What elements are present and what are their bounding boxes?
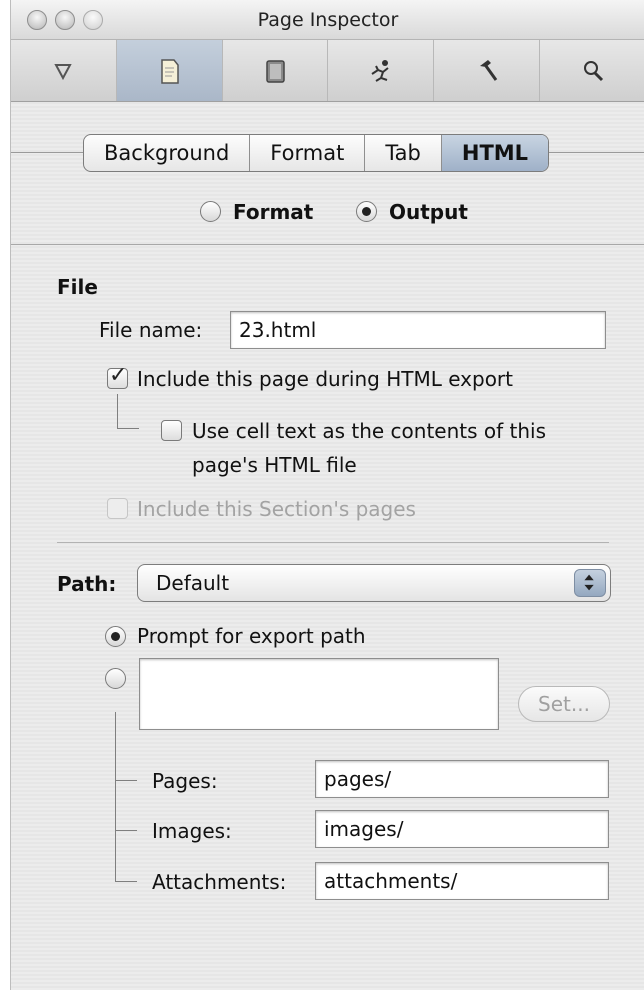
disclosure-triangle-icon [54,63,73,80]
running-figure-icon [371,59,389,82]
path-popup-value: Default [156,571,230,595]
prompt-path-label: Prompt for export path [137,624,366,648]
output-radio-label: Output [389,200,468,224]
inspector-toolbar [11,40,644,102]
magnifier-icon [583,60,603,81]
custom-path-radio[interactable] [105,668,126,689]
window-title: Page Inspector [257,9,399,31]
page-inspector-window: Page Inspector Background Format Tab HTM… [10,0,644,990]
images-field[interactable]: images/ [315,810,609,848]
path-popup[interactable]: Default [137,564,611,602]
path-label: Path: [57,572,117,596]
filename-label: File name: [99,318,203,342]
use-cell-text-checkbox[interactable] [161,420,182,441]
include-section-checkbox[interactable] [107,498,128,519]
include-section-label: Include this Section's pages [137,497,416,521]
format-radio-label: Format [233,200,314,224]
use-cell-text-label-line1: Use cell text as the contents of this [192,419,547,443]
filename-field[interactable]: 23.html [230,311,606,349]
notebook-icon [266,59,285,83]
toolbar-item-search[interactable] [540,40,644,101]
inspector-tabs: Background Format Tab HTML [83,134,550,172]
include-page-label: Include this page during HTML export [137,367,513,391]
attachments-field[interactable]: attachments/ [315,862,609,900]
tree-connector [115,830,137,831]
hammer-icon [479,59,497,81]
popup-arrows-icon [574,569,606,597]
pages-label: Pages: [152,769,218,793]
custom-path-field[interactable] [139,658,499,730]
toolbar-item-page[interactable] [116,40,223,101]
toolbar-item-notebook[interactable] [223,40,329,101]
format-radio[interactable] [200,201,221,222]
section-divider [57,542,609,543]
tab-tab[interactable]: Tab [365,135,442,171]
use-cell-text-label-line2: page's HTML file [192,453,357,477]
prompt-path-radio[interactable] [105,626,126,647]
include-page-checkbox[interactable]: ✓ [107,363,128,389]
tab-html[interactable]: HTML [441,135,549,171]
header-divider [11,244,644,245]
set-path-button[interactable]: Set... [518,686,610,722]
tab-format[interactable]: Format [250,135,366,171]
file-section-title: File [57,275,98,299]
tree-connector [117,394,118,428]
attachments-label: Attachments: [152,870,287,894]
pages-field[interactable]: pages/ [315,760,609,798]
tab-background[interactable]: Background [84,135,251,171]
toolbar-item-tools[interactable] [434,40,541,101]
images-label: Images: [152,819,232,843]
toolbar-item-outline[interactable] [11,40,117,101]
output-radio[interactable] [356,201,377,222]
checkmark-icon: ✓ [109,363,128,388]
tree-connector [115,780,137,781]
tree-connector [117,428,139,429]
tree-connector [115,712,116,882]
page-icon [161,58,179,84]
title-bar: Page Inspector [11,0,644,40]
tree-connector [115,881,137,882]
toolbar-item-actions[interactable] [328,40,435,101]
